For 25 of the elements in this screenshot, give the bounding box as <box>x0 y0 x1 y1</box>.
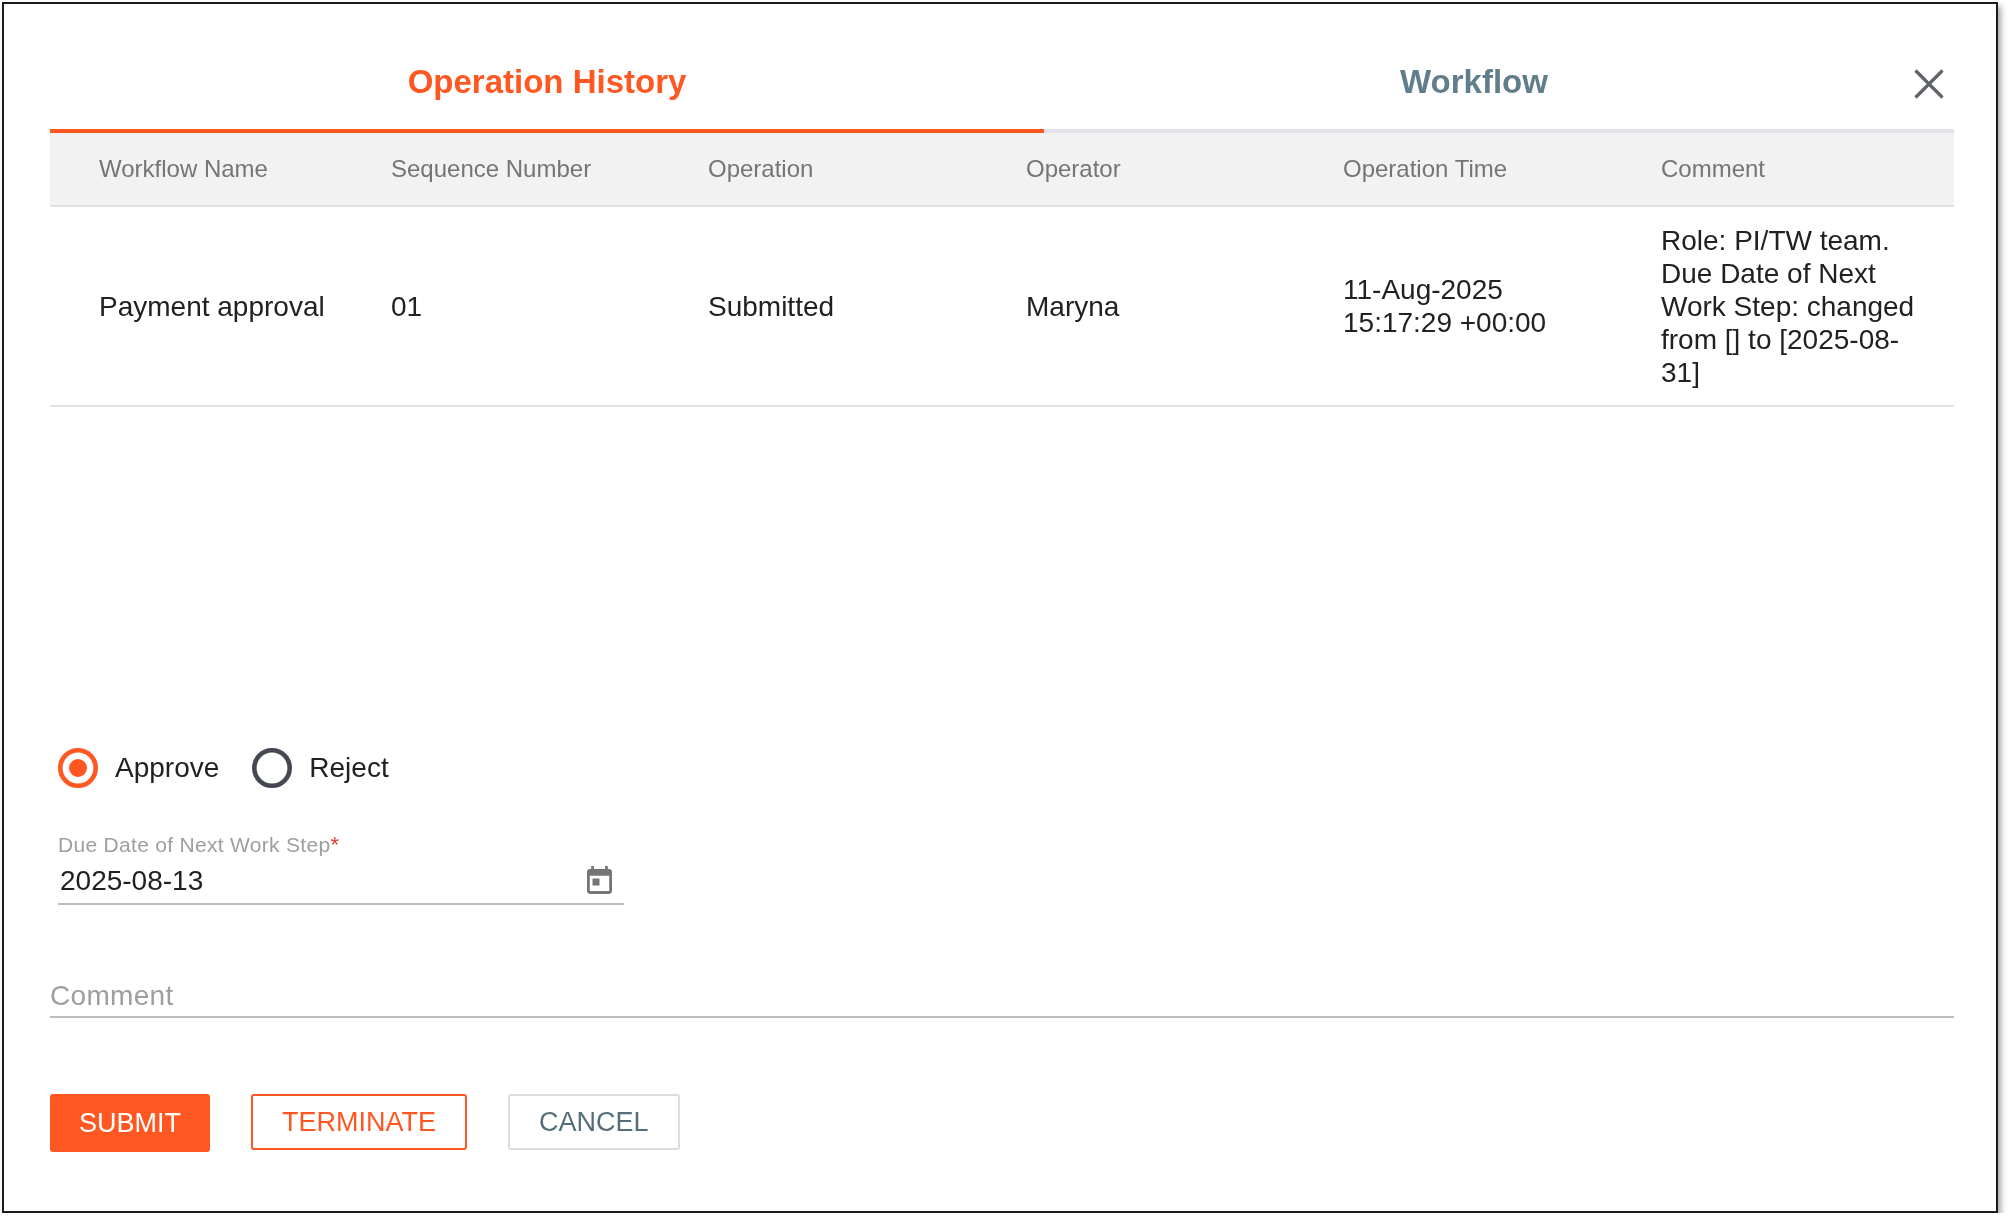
terminate-button[interactable]: TERMINATE <box>251 1094 467 1150</box>
radio-button[interactable] <box>58 748 98 788</box>
column-header: Workflow Name <box>99 155 268 183</box>
field-label: Due Date of Next Work Step <box>58 832 331 858</box>
radio-label[interactable]: Reject <box>309 751 389 785</box>
column-header: Operation <box>708 155 814 183</box>
close-icon <box>1914 68 1944 99</box>
table-cell: Submitted <box>708 289 835 323</box>
column-header: Operation Time <box>1343 155 1508 183</box>
table-cell: Payment approval <box>99 289 325 323</box>
comment-field[interactable]: Comment <box>50 975 1954 1018</box>
radio-label[interactable]: Approve <box>115 751 220 785</box>
column-header: Sequence Number <box>391 155 592 183</box>
table-cell: 01 <box>391 289 423 323</box>
column-header: Comment <box>1661 155 1766 183</box>
cancel-button[interactable]: CANCEL <box>508 1094 680 1150</box>
table-cell-text: 11-Aug-2025 15:17:29 +00:00 <box>1343 273 1548 339</box>
required-marker: * <box>330 832 339 858</box>
submit-button[interactable]: SUBMIT <box>50 1094 210 1152</box>
table-cell-text: Role: PI/TW team. Due Date of Next Work Step: changed from [] to [2025-08-31] <box>1661 223 1916 389</box>
column-header: Operator <box>1026 155 1121 183</box>
radio-button[interactable] <box>252 748 293 788</box>
tab[interactable]: Workflow <box>1044 38 1904 133</box>
calendar-icon[interactable] <box>587 866 612 894</box>
table-cell: Maryna <box>1026 289 1120 323</box>
